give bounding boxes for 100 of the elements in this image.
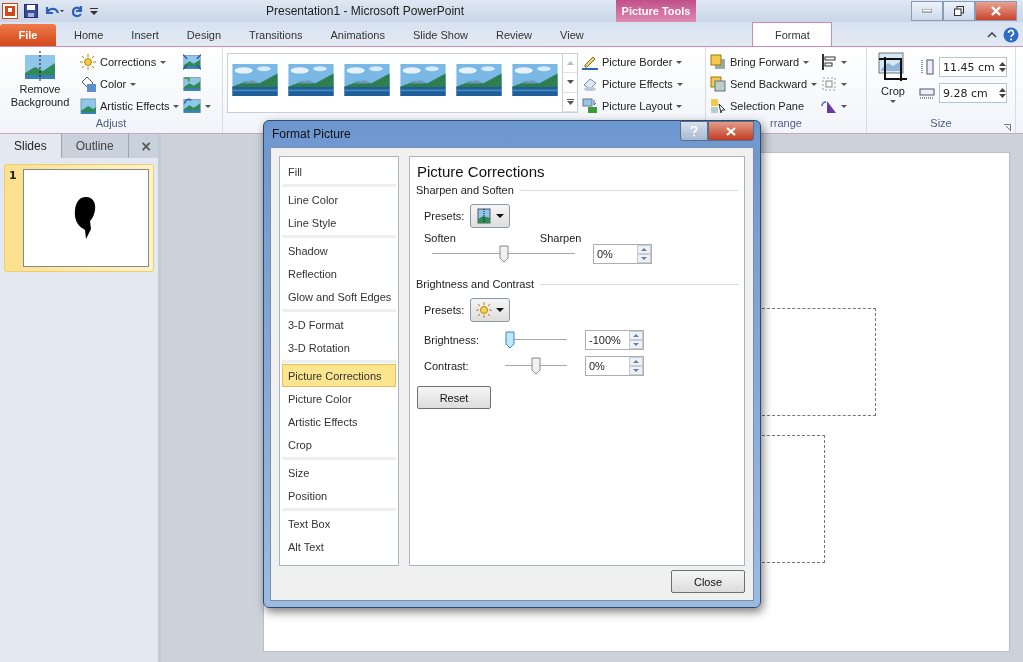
align-icon[interactable] [821,54,838,70]
close-dialog-button[interactable]: Close [671,570,745,593]
category-item[interactable]: Position [282,484,396,507]
group-label: rrange [770,117,802,129]
reset-picture-icon[interactable] [183,97,202,115]
size-field[interactable]: 11.45 cm [939,57,1007,77]
ribbon-tab[interactable]: Review [481,24,547,46]
slider-track[interactable] [505,331,567,349]
help-icon[interactable] [1003,27,1019,43]
slide-number: 1 [9,169,17,184]
ribbon-command[interactable]: Corrections [80,53,180,71]
slider-label: Sharpen [539,232,582,244]
redo-icon[interactable] [70,4,84,18]
size-field[interactable]: 9.28 cm [939,83,1007,103]
presets-dropdown[interactable] [470,298,511,322]
collapse-ribbon-icon[interactable] [987,32,997,38]
ribbon-command[interactable]: Send Backward [710,75,818,93]
ribbon-command[interactable]: Selection Pane [710,97,818,115]
more-icon[interactable] [566,98,574,105]
caret-icon[interactable] [803,60,810,64]
category-item[interactable]: Picture Corrections [282,364,396,387]
ribbon-command[interactable]: Picture Border [582,53,683,71]
slider-thumb[interactable] [498,245,509,263]
ribbon-tab[interactable]: Animations [316,24,399,46]
caret-icon[interactable] [676,82,683,86]
presets-dropdown[interactable] [470,204,511,228]
restore-button[interactable] [943,1,975,21]
ribbon-command[interactable]: Artistic Effects [80,97,180,115]
category-item[interactable]: Line Style [282,211,396,234]
caret-icon[interactable] [676,60,683,64]
sun-icon [80,54,96,70]
category-item[interactable]: 3-D Format [282,313,396,336]
ribbon-tab[interactable]: Design [172,24,236,46]
crop-button[interactable]: Crop [871,51,915,117]
percent-field[interactable]: 0% [593,244,652,264]
category-item[interactable]: Reflection [282,262,396,285]
spin-arrows-icon[interactable] [999,61,1006,73]
ribbon-tab[interactable]: View [546,24,598,46]
percent-field[interactable]: -100% [585,330,644,350]
eraser-icon [582,76,598,92]
caret-icon[interactable] [160,60,167,64]
caret-icon[interactable] [841,82,848,86]
ribbon-tab[interactable]: Slide Show [398,24,482,46]
close-button[interactable] [708,121,754,141]
save-icon[interactable] [24,4,38,18]
app-logo-icon[interactable] [2,3,18,19]
category-item[interactable]: Size [282,461,396,484]
caret-icon[interactable] [205,104,212,108]
customize-menu-icon[interactable] [90,6,98,16]
category-item[interactable]: Artistic Effects [282,410,396,433]
paint-bucket-icon [80,76,96,92]
caret-icon[interactable] [676,104,683,108]
category-item[interactable]: Crop [282,433,396,456]
close-button[interactable] [975,1,1017,21]
rotate-icon[interactable] [821,98,838,114]
caret-icon[interactable] [890,100,896,103]
category-item[interactable]: Fill [282,160,396,183]
ribbon-tab[interactable]: Transitions [235,24,317,46]
caret-icon[interactable] [811,82,818,86]
slide-thumbnail-item[interactable]: 1 [4,164,154,272]
dialog-launcher-icon[interactable] [1004,124,1011,131]
percent-field[interactable]: 0% [585,356,644,376]
ribbon-command[interactable]: Color [80,75,180,93]
ribbon-command[interactable]: Picture Layout [582,97,683,115]
crop-icon [877,51,909,83]
category-item[interactable]: Shadow [282,239,396,262]
pane-tab[interactable]: Outline [61,134,129,158]
slider-track[interactable] [505,357,567,375]
section-title: Brightness and Contrast [416,278,534,290]
ribbon-command[interactable]: Picture Effects [582,75,683,93]
help-button[interactable] [680,121,708,141]
pane-tab[interactable]: Slides [0,134,62,158]
ribbon-tab[interactable]: Insert [117,24,173,46]
slider-track[interactable] [432,245,575,263]
category-item[interactable]: Picture Color [282,387,396,410]
slider-thumb[interactable] [531,357,541,375]
category-item[interactable]: 3-D Rotation [282,336,396,359]
caret-icon[interactable] [173,104,180,108]
ribbon-command[interactable]: Bring Forward [710,53,818,71]
ribbon-tab[interactable]: Format [752,22,833,46]
spin-arrows-icon[interactable] [999,87,1006,99]
category-item[interactable]: Glow and Soft Edges [282,285,396,308]
restore-icon [954,6,964,16]
reset-button[interactable]: Reset [417,386,491,409]
pane-close-button[interactable]: × [134,134,158,158]
context-tab-title: Picture Tools [616,0,696,22]
compress-picture-icon[interactable] [183,53,202,71]
scroll-down-icon[interactable] [566,80,574,85]
ribbon-tab[interactable]: Home [60,24,118,46]
help-icon [690,125,698,137]
ribbon-tab[interactable]: File [0,24,56,46]
category-item[interactable]: Line Color [282,188,396,211]
caret-icon[interactable] [841,104,848,108]
category-item[interactable]: Text Box [282,512,396,535]
category-item[interactable]: Alt Text [282,535,396,558]
change-picture-icon[interactable] [183,75,202,93]
caret-icon[interactable] [841,60,848,64]
slider-thumb-active[interactable] [505,331,515,349]
caret-icon[interactable] [130,82,137,86]
remove-background-button[interactable]: Remove Background [4,51,76,117]
